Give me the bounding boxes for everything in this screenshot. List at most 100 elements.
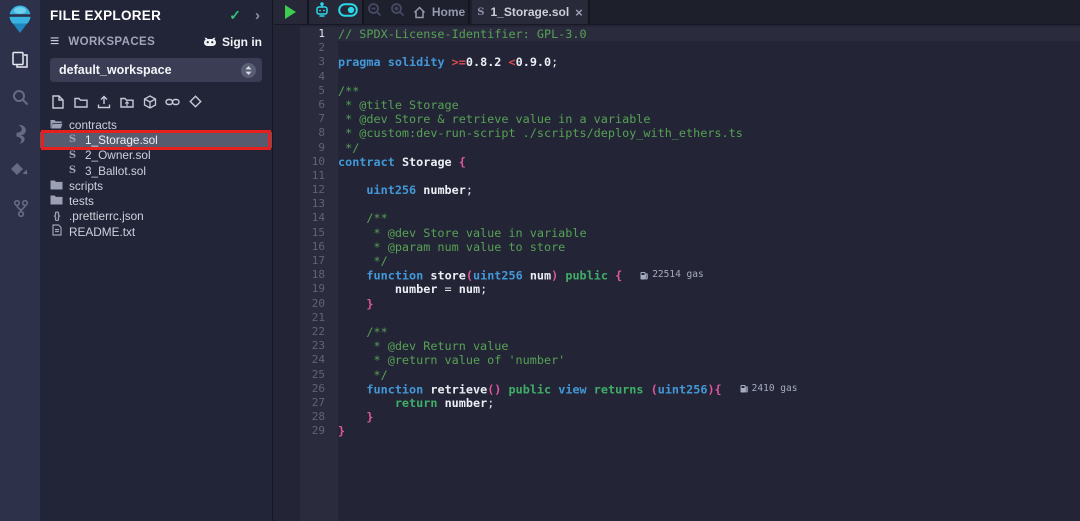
line-content[interactable]: */: [338, 254, 1080, 268]
line-number[interactable]: 1: [300, 27, 338, 41]
tree-item-prettierrc-json[interactable]: {}.prettierrc.json: [40, 209, 272, 224]
line-number[interactable]: 11: [300, 169, 338, 183]
code-line-16[interactable]: 16 * @param num value to store: [274, 240, 1080, 254]
tree-item-2-owner-sol[interactable]: S2_Owner.sol: [40, 148, 272, 163]
line-number[interactable]: 29: [300, 424, 338, 438]
line-number[interactable]: 20: [300, 297, 338, 311]
upload-folder-icon[interactable]: [119, 94, 134, 109]
line-number[interactable]: 9: [300, 141, 338, 155]
code-line-25[interactable]: 25 */: [274, 368, 1080, 382]
code-line-24[interactable]: 24 * @return value of 'number': [274, 353, 1080, 367]
line-content[interactable]: /**: [338, 325, 1080, 339]
line-number[interactable]: 27: [300, 396, 338, 410]
workspace-select[interactable]: default_workspace: [50, 58, 262, 82]
code-line-4[interactable]: 4: [274, 70, 1080, 84]
new-folder-icon[interactable]: [73, 94, 88, 109]
line-number[interactable]: 19: [300, 282, 338, 296]
code-line-6[interactable]: 6 * @title Storage: [274, 98, 1080, 112]
line-number[interactable]: 2: [300, 41, 338, 55]
line-number[interactable]: 15: [300, 226, 338, 240]
code-editor[interactable]: 1// SPDX-License-Identifier: GPL-3.023pr…: [274, 25, 1080, 521]
line-content[interactable]: contract Storage {: [338, 155, 1080, 169]
load-cube-icon[interactable]: [142, 94, 157, 109]
code-line-28[interactable]: 28 }: [274, 410, 1080, 424]
code-line-22[interactable]: 22 /**: [274, 325, 1080, 339]
new-file-icon[interactable]: [50, 94, 65, 109]
line-number[interactable]: 14: [300, 211, 338, 225]
code-line-29[interactable]: 29}: [274, 424, 1080, 438]
line-content[interactable]: }: [338, 424, 1080, 438]
line-number[interactable]: 22: [300, 325, 338, 339]
code-line-13[interactable]: 13: [274, 197, 1080, 211]
workspaces-menu-icon[interactable]: ≡: [50, 34, 59, 50]
line-number[interactable]: 7: [300, 112, 338, 126]
code-line-11[interactable]: 11: [274, 169, 1080, 183]
file-explorer-icon[interactable]: [8, 48, 32, 72]
upload-file-icon[interactable]: [96, 94, 111, 109]
line-content[interactable]: * @dev Store & retrieve value in a varia…: [338, 112, 1080, 126]
code-line-20[interactable]: 20 }: [274, 297, 1080, 311]
tree-item-contracts[interactable]: contracts: [40, 117, 272, 132]
search-icon[interactable]: [8, 85, 32, 109]
line-content[interactable]: * @title Storage: [338, 98, 1080, 112]
line-number[interactable]: 21: [300, 311, 338, 325]
tree-item-scripts[interactable]: scripts: [40, 178, 272, 193]
line-content[interactable]: [338, 41, 1080, 55]
code-line-27[interactable]: 27 return number;: [274, 396, 1080, 410]
line-content[interactable]: [338, 169, 1080, 183]
line-content[interactable]: // SPDX-License-Identifier: GPL-3.0: [338, 27, 1080, 41]
publish-gist-icon[interactable]: [188, 94, 203, 109]
code-line-1[interactable]: 1// SPDX-License-Identifier: GPL-3.0: [274, 27, 1080, 41]
code-line-23[interactable]: 23 * @dev Return value: [274, 339, 1080, 353]
tree-item-readme-txt[interactable]: README.txt: [40, 224, 272, 239]
line-number[interactable]: 10: [300, 155, 338, 169]
code-line-14[interactable]: 14 /**: [274, 211, 1080, 225]
zoom-out-icon[interactable]: [367, 2, 382, 22]
run-script-button[interactable]: [274, 0, 307, 24]
line-content[interactable]: function store(uint256 num) public {2251…: [338, 268, 1080, 282]
line-content[interactable]: * @param num value to store: [338, 240, 1080, 254]
line-content[interactable]: return number;: [338, 396, 1080, 410]
line-content[interactable]: [338, 70, 1080, 84]
line-number[interactable]: 4: [300, 70, 338, 84]
deploy-run-icon[interactable]: [8, 159, 32, 183]
tree-item-1-storage-sol[interactable]: S1_Storage.sol: [40, 132, 272, 147]
line-content[interactable]: pragma solidity >=0.8.2 <0.9.0;: [338, 55, 1080, 69]
tab-1-storage-sol[interactable]: S 1_Storage.sol ×: [472, 0, 590, 24]
line-number[interactable]: 8: [300, 126, 338, 140]
line-number[interactable]: 6: [300, 98, 338, 112]
line-number[interactable]: 17: [300, 254, 338, 268]
code-line-10[interactable]: 10contract Storage {: [274, 155, 1080, 169]
editor-empty-space[interactable]: [274, 438, 1080, 521]
code-line-17[interactable]: 17 */: [274, 254, 1080, 268]
line-content[interactable]: * @custom:dev-run-script ./scripts/deplo…: [338, 126, 1080, 140]
line-content[interactable]: /**: [338, 84, 1080, 98]
line-content[interactable]: */: [338, 368, 1080, 382]
import-link-icon[interactable]: [165, 94, 180, 109]
chevron-right-icon[interactable]: ›: [255, 8, 260, 23]
line-number[interactable]: 18: [300, 268, 338, 282]
ai-toggle-icon[interactable]: [338, 3, 358, 22]
line-content[interactable]: * @dev Return value: [338, 339, 1080, 353]
code-line-7[interactable]: 7 * @dev Store & retrieve value in a var…: [274, 112, 1080, 126]
tree-item-tests[interactable]: tests: [40, 193, 272, 208]
line-number[interactable]: 13: [300, 197, 338, 211]
close-tab-icon[interactable]: ×: [575, 5, 583, 20]
line-number[interactable]: 28: [300, 410, 338, 424]
line-number[interactable]: 25: [300, 368, 338, 382]
line-content[interactable]: * @return value of 'number': [338, 353, 1080, 367]
line-number[interactable]: 24: [300, 353, 338, 367]
solidity-compiler-icon[interactable]: [8, 122, 32, 146]
code-line-3[interactable]: 3pragma solidity >=0.8.2 <0.9.0;: [274, 55, 1080, 69]
line-number[interactable]: 26: [300, 382, 338, 396]
code-line-19[interactable]: 19 number = num;: [274, 282, 1080, 296]
code-line-5[interactable]: 5/**: [274, 84, 1080, 98]
line-number[interactable]: 16: [300, 240, 338, 254]
check-icon[interactable]: ✓: [229, 7, 241, 24]
line-number[interactable]: 3: [300, 55, 338, 69]
code-line-2[interactable]: 2: [274, 41, 1080, 55]
remix-logo-icon[interactable]: [4, 3, 36, 35]
code-line-9[interactable]: 9 */: [274, 141, 1080, 155]
code-line-21[interactable]: 21: [274, 311, 1080, 325]
git-icon[interactable]: [8, 196, 32, 220]
